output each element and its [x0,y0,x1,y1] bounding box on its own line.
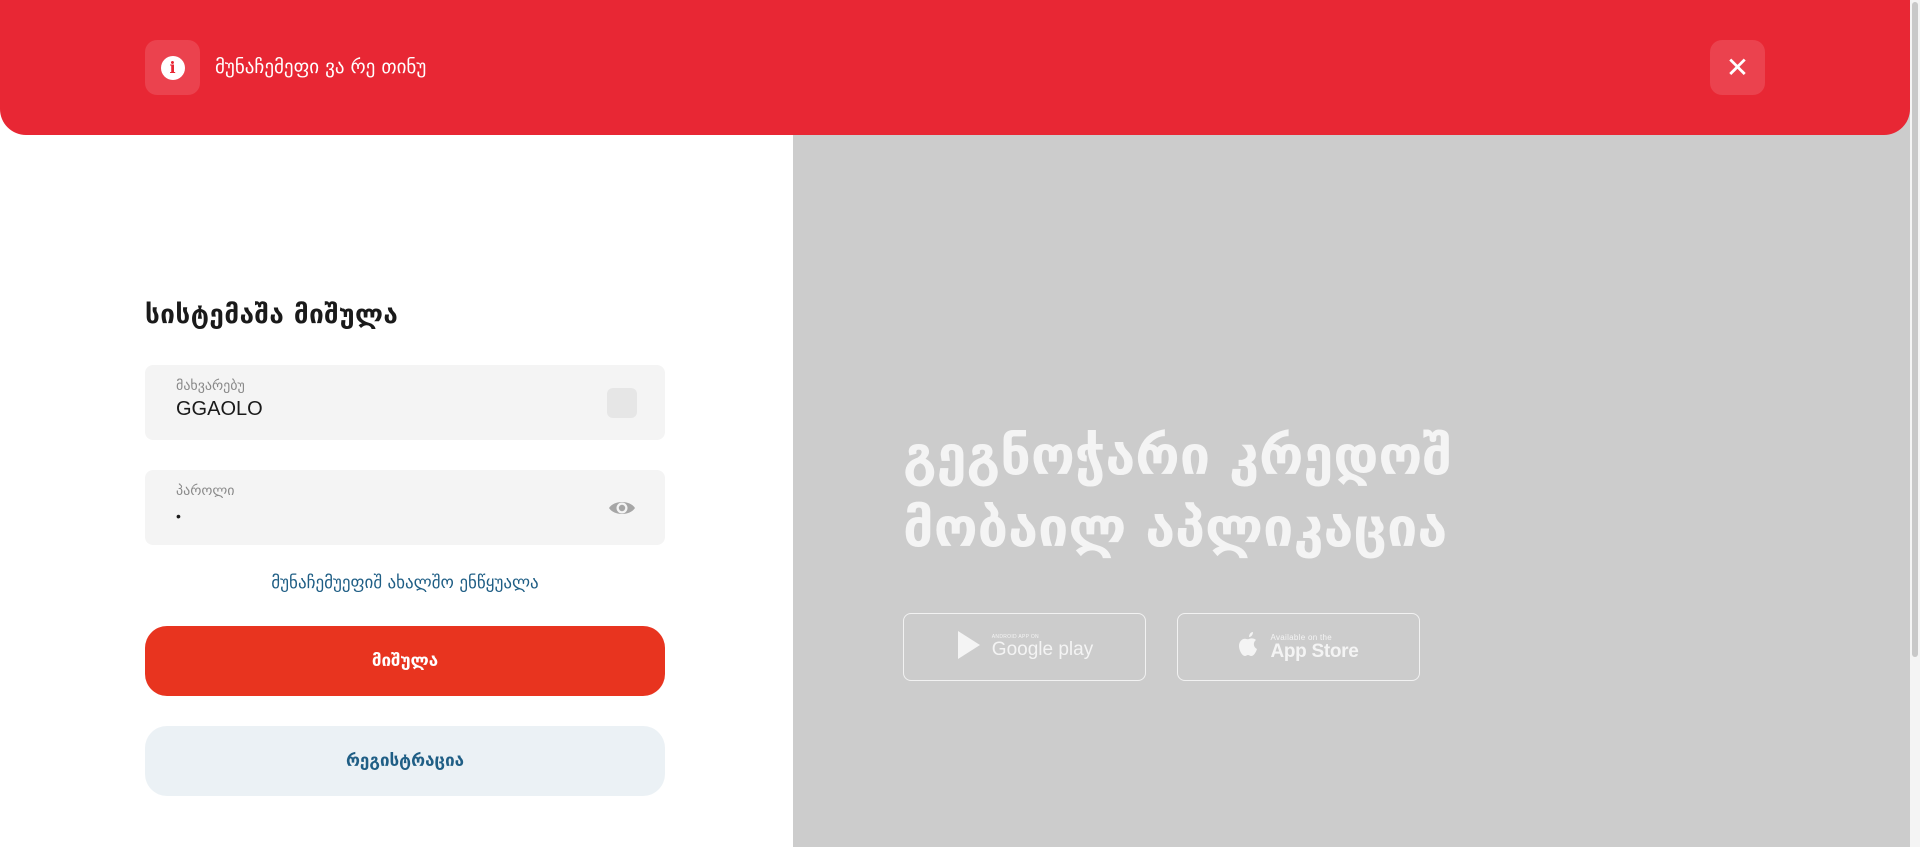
page: გეგნოჭარი კრედოშ მობაილ აპლიკაცია ANDROI… [0,0,1920,847]
banner-message: მუნაჩემეფი ვა რე თინუ [215,56,427,78]
username-input[interactable] [176,398,576,421]
scrollbar-thumb[interactable] [1912,2,1918,657]
login-button[interactable]: მიშულა [145,626,665,696]
login-title: სისტემაშა მიშულა [145,300,399,330]
promo-title: გეგნოჭარი კრედოშ მობაილ აპლიკაცია [903,420,1803,564]
password-label: პაროლი [176,483,235,499]
close-button[interactable]: ✕ [1710,40,1765,95]
google-play-label: ANDROID APP ON Google play [991,635,1094,660]
username-label: მახვარებუ [176,378,245,394]
register-button[interactable]: რეგისტრაცია [145,726,665,796]
google-play-big-text: Google play [991,639,1094,660]
google-play-button[interactable]: ANDROID APP ON Google play [903,613,1146,681]
autofill-icon [607,388,637,418]
username-field[interactable]: მახვარებუ [145,365,665,440]
password-field[interactable]: პაროლი • [145,470,665,545]
info-icon: i [145,40,200,95]
vertical-scrollbar[interactable] [1910,0,1920,847]
password-input[interactable]: • [176,508,576,524]
info-icon-glyph: i [160,55,185,80]
forgot-password-link[interactable]: მუნაჩემუეფიშ ახალშო ენწყუალა [145,573,665,593]
notification-banner: i მუნაჩემეფი ვა რე თინუ ✕ [0,0,1910,135]
eye-icon[interactable] [607,495,637,521]
apple-icon [1238,631,1260,663]
close-icon: ✕ [1725,51,1750,84]
app-store-big-text: App Store [1270,640,1359,662]
promo-title-line2: მობაილ აპლიკაცია [903,496,1448,559]
app-store-button[interactable]: Available on the App Store [1177,613,1420,681]
promo-title-line1: გეგნოჭარი კრედოშ [903,424,1453,487]
play-icon [956,629,982,665]
app-store-label: Available on the App Store [1270,633,1359,662]
